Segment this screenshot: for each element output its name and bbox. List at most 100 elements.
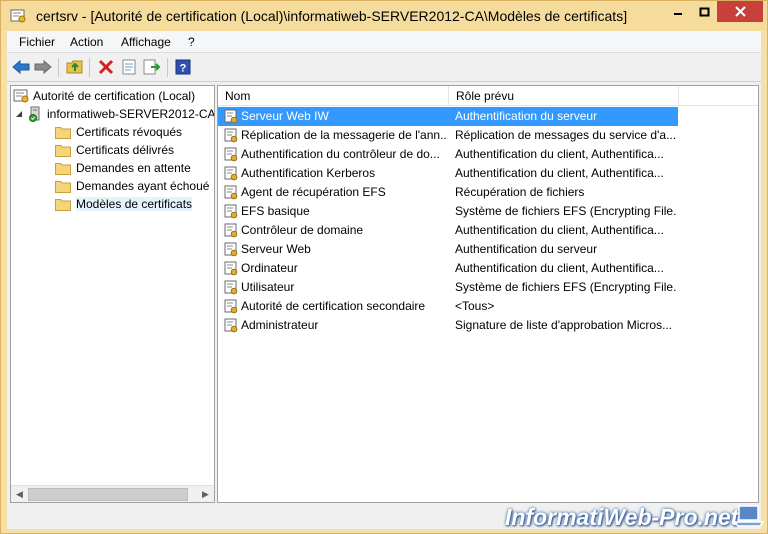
certificate-template-icon	[224, 261, 238, 276]
template-role-cell: <Tous>	[455, 299, 495, 313]
tree-folder-templates[interactable]: Modèles de certificats	[55, 195, 193, 213]
template-role-cell: Système de fichiers EFS (Encrypting File…	[455, 280, 676, 294]
up-folder-icon	[66, 60, 83, 74]
server-ca-icon	[29, 106, 40, 122]
horizontal-scrollbar[interactable]: ◀ ▶	[11, 485, 214, 502]
template-name-cell: Serveur Web IW	[241, 109, 329, 123]
maximize-button[interactable]	[691, 1, 717, 22]
list-header: Nom Rôle prévu	[218, 86, 758, 106]
table-row[interactable]: Ordinateur Authentification du client, Au…	[218, 259, 678, 278]
template-role-cell: Signature de liste d'approbation Micros.…	[455, 318, 673, 332]
column-header-role[interactable]: Rôle prévu	[449, 86, 679, 106]
template-name-cell: Authentification Kerberos	[241, 166, 376, 180]
certificate-template-icon	[224, 242, 238, 257]
laptop-icon	[733, 504, 765, 528]
table-row[interactable]: Authentification du contrôleur de do... A…	[218, 145, 678, 164]
template-name-cell: Serveur Web	[241, 242, 311, 256]
template-role-cell: Réplication de messages du service d'a..…	[455, 128, 676, 142]
export-icon	[143, 59, 161, 75]
delete-button[interactable]	[96, 57, 116, 77]
certificate-template-icon	[224, 318, 238, 333]
export-button[interactable]	[142, 57, 162, 77]
tree-folder-label: Certificats révoqués	[76, 125, 183, 139]
folder-icon	[55, 180, 71, 193]
template-role-cell: Système de fichiers EFS (Encrypting File…	[455, 204, 676, 218]
template-role-cell: Authentification du client, Authentifica…	[455, 261, 664, 275]
template-name-cell: Réplication de la messagerie de l'ann...	[241, 128, 446, 142]
menu-bar: Fichier Action Affichage ?	[7, 31, 761, 53]
certificate-template-icon	[224, 280, 238, 295]
tree-folder-revoked[interactable]: Certificats révoqués	[55, 123, 182, 141]
properties-icon	[122, 59, 136, 75]
tree-root-label: Autorité de certification (Local)	[33, 89, 196, 103]
column-header-name[interactable]: Nom	[218, 86, 449, 106]
scroll-left-arrow-icon[interactable]: ◀	[12, 487, 27, 502]
table-row[interactable]: EFS basique Système de fichiers EFS (Encr…	[218, 202, 678, 221]
folder-icon	[55, 144, 71, 157]
template-role-cell: Authentification du client, Authentifica…	[455, 147, 664, 161]
collapse-arrow-icon[interactable]	[15, 110, 24, 119]
back-arrow-icon	[12, 60, 30, 74]
folder-icon	[55, 126, 71, 139]
template-name-cell: Authentification du contrôleur de do...	[241, 147, 440, 161]
close-button[interactable]	[717, 1, 763, 22]
title-bar[interactable]: certsrv - [Autorité de certification (Lo…	[1, 1, 767, 31]
scroll-right-arrow-icon[interactable]: ▶	[198, 487, 213, 502]
tree-folder-label: Modèles de certificats	[76, 197, 193, 211]
table-row[interactable]: Serveur Web IW Authentification du serveu…	[218, 107, 678, 126]
tree-folder-label: Demandes ayant échoué	[76, 179, 210, 193]
template-role-cell: Récupération de fichiers	[455, 185, 585, 199]
table-row[interactable]: Réplication de la messagerie de l'ann...…	[218, 126, 678, 145]
template-role-cell: Authentification du serveur	[455, 109, 598, 123]
tree-folder-pending[interactable]: Demandes en attente	[55, 159, 191, 177]
template-role-cell: Authentification du client, Authentifica…	[455, 166, 664, 180]
menu-affichage[interactable]: Affichage	[121, 35, 171, 49]
delete-icon	[98, 59, 114, 75]
tree-ca-node[interactable]: informatiweb-SERVER2012-CA	[15, 105, 215, 123]
table-row[interactable]: Authentification Kerberos Authentificatio…	[218, 164, 678, 183]
certificate-template-icon	[224, 204, 238, 219]
folder-icon	[55, 162, 71, 175]
menu-help[interactable]: ?	[188, 35, 195, 49]
template-name-cell: Utilisateur	[241, 280, 295, 294]
template-name-cell: EFS basique	[241, 204, 310, 218]
table-row[interactable]: Utilisateur Système de fichiers EFS (Encr…	[218, 278, 678, 297]
tree-folder-failed[interactable]: Demandes ayant échoué	[55, 177, 209, 195]
table-row[interactable]: Administrateur Signature de liste d'appro…	[218, 316, 678, 335]
tree-folder-issued[interactable]: Certificats délivrés	[55, 141, 174, 159]
up-folder-button[interactable]	[65, 57, 85, 77]
client-area: Fichier Action Affichage ? ? Autorité de…	[7, 31, 761, 529]
template-role-cell: Authentification du serveur	[455, 242, 598, 256]
template-list-view: Nom Rôle prévu Serveur Web IW Authentific…	[217, 85, 759, 503]
certificate-template-icon	[224, 128, 238, 143]
table-row[interactable]: Autorité de certification secondaire <Tou…	[218, 297, 678, 316]
menu-action[interactable]: Action	[70, 35, 103, 49]
close-icon	[734, 6, 746, 17]
properties-button[interactable]	[119, 57, 139, 77]
forward-button[interactable]	[33, 57, 53, 77]
certificate-template-icon	[224, 299, 238, 314]
table-row[interactable]: Agent de récupération EFS Récupération de…	[218, 183, 678, 202]
menu-fichier[interactable]: Fichier	[19, 35, 55, 49]
table-row[interactable]: Serveur Web Authentification du serveur	[218, 240, 678, 259]
table-row[interactable]: Contrôleur de domaine Authentification du…	[218, 221, 678, 240]
tree-root[interactable]: Autorité de certification (Local)	[13, 87, 195, 105]
help-button[interactable]: ?	[173, 57, 193, 77]
certificate-template-icon	[224, 166, 238, 181]
template-name-cell: Administrateur	[241, 318, 319, 332]
certificate-authority-icon	[13, 89, 29, 103]
toolbar: ?	[7, 53, 761, 82]
svg-text:?: ?	[180, 63, 187, 75]
scrollbar-thumb[interactable]	[28, 488, 188, 501]
tree-ca-label: informatiweb-SERVER2012-CA	[47, 107, 215, 121]
template-name-cell: Contrôleur de domaine	[241, 223, 364, 237]
template-role-cell: Authentification du client, Authentifica…	[455, 223, 664, 237]
certificate-template-icon	[224, 109, 238, 124]
certsrv-app-icon[interactable]	[10, 8, 27, 24]
forward-arrow-icon	[34, 60, 52, 74]
minimize-button[interactable]	[665, 1, 691, 22]
back-button[interactable]	[11, 57, 31, 77]
window-title: certsrv - [Autorité de certification (Lo…	[36, 8, 628, 24]
watermark-text: InformatiWeb-Pro.net	[505, 504, 739, 530]
template-name-cell: Ordinateur	[241, 261, 298, 275]
